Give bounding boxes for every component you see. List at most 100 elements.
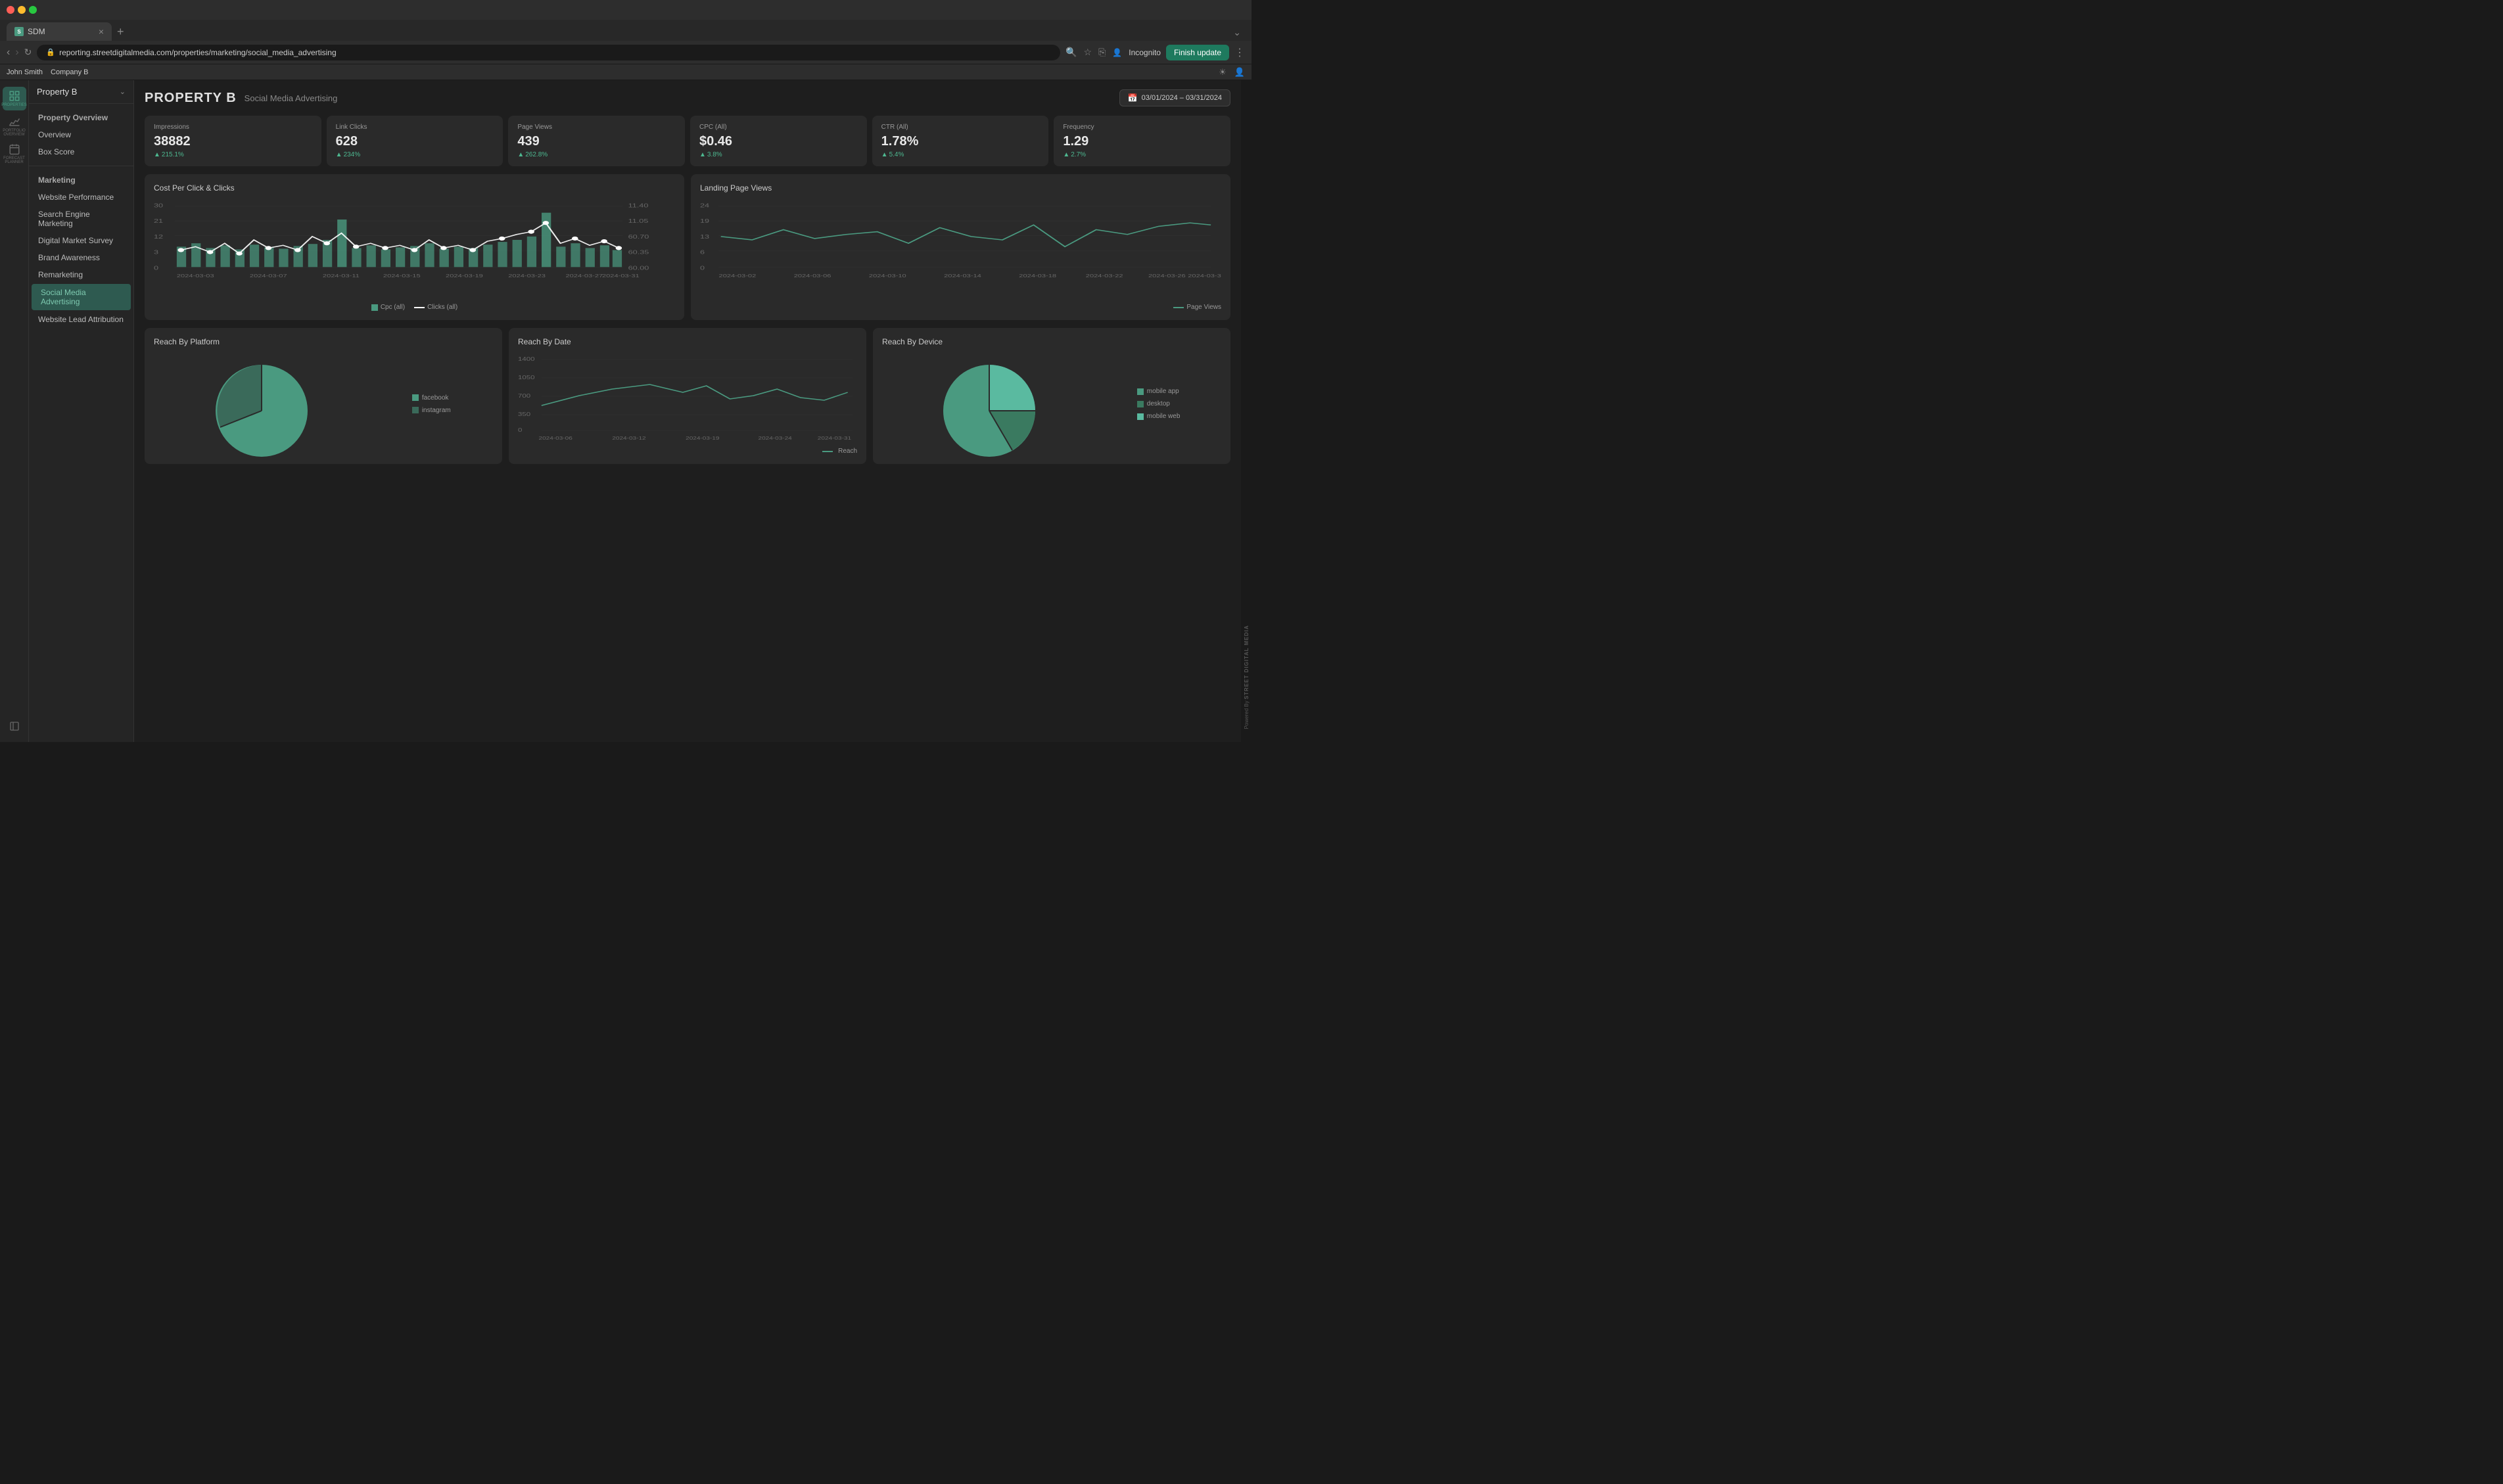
forward-button[interactable]: › (15, 47, 18, 58)
metric-label: Page Views (517, 124, 676, 131)
nav-item-remarketing[interactable]: Remarketing (29, 266, 133, 283)
date-range-text: 03/01/2024 – 03/31/2024 (1142, 94, 1222, 102)
url-text: reporting.streetdigitalmedia.com/propert… (59, 48, 337, 57)
svg-text:11.40: 11.40 (628, 202, 649, 208)
metric-change: ▲215.1% (154, 151, 312, 158)
svg-text:2024-03-23: 2024-03-23 (508, 273, 546, 279)
sidebar-icon-forecast-planner[interactable]: FORECAST PLANNER (3, 142, 26, 166)
svg-text:350: 350 (518, 412, 531, 418)
metric-value: 439 (517, 134, 676, 149)
metric-card-page-views: Page Views 439 ▲262.8% (508, 116, 685, 166)
svg-text:0: 0 (518, 428, 523, 434)
nav-item-social-media-advertising[interactable]: Social Media Advertising (32, 284, 131, 310)
landing-page-views-title: Landing Page Views (700, 183, 1221, 193)
metric-label: CPC (All) (699, 124, 858, 131)
metric-change: ▲2.7% (1063, 151, 1221, 158)
svg-text:2024-03-11: 2024-03-11 (323, 273, 360, 279)
close-button[interactable] (7, 6, 14, 14)
nav-item-brand-awareness[interactable]: Brand Awareness (29, 249, 133, 266)
metric-value: 38882 (154, 134, 312, 149)
finish-update-button[interactable]: Finish update (1166, 45, 1229, 60)
reload-button[interactable]: ↻ (24, 47, 32, 58)
minimize-button[interactable] (18, 6, 26, 14)
svg-text:24: 24 (700, 202, 709, 208)
date-range-picker[interactable]: 📅 03/01/2024 – 03/31/2024 (1119, 89, 1230, 106)
nav-item-overview[interactable]: Overview (29, 126, 133, 143)
address-bar[interactable]: 🔒 reporting.streetdigitalmedia.com/prope… (37, 45, 1060, 60)
icon-sidebar: PROPERTIES PORTFOLIO OVERVIEW FORECAST P… (0, 80, 29, 742)
metric-card-frequency: Frequency 1.29 ▲2.7% (1054, 116, 1230, 166)
svg-text:21: 21 (154, 218, 163, 224)
svg-text:2024-03-27: 2024-03-27 (565, 273, 603, 279)
sun-icon[interactable]: ☀ (1219, 67, 1227, 78)
property-name: Property B (37, 87, 77, 97)
browser-chrome (0, 0, 1252, 20)
svg-text:6: 6 (700, 250, 705, 256)
calendar-icon: 📅 (1128, 93, 1138, 103)
forecast-icon-label: FORECAST PLANNER (3, 156, 26, 164)
reach-by-date-title: Reach By Date (518, 337, 857, 346)
tab-title: SDM (28, 27, 45, 36)
metric-change: ▲5.4% (881, 151, 1040, 158)
nav-item-website-lead-attribution[interactable]: Website Lead Attribution (29, 311, 133, 328)
bottom-charts-row: Reach By Platform facebook ins (145, 328, 1230, 464)
search-icon[interactable]: 🔍 (1065, 47, 1077, 58)
svg-text:2024-03-06: 2024-03-06 (539, 436, 573, 441)
svg-text:60.70: 60.70 (628, 234, 649, 240)
user-profile-icon[interactable]: 👤 (1234, 67, 1245, 78)
device-legend: mobile app desktop mobile web (1137, 388, 1181, 420)
sidebar-icon-portfolio-overview[interactable]: PORTFOLIO OVERVIEW (3, 114, 26, 138)
metric-card-link-clicks: Link Clicks 628 ▲234% (327, 116, 503, 166)
address-bar-row: ‹ › ↻ 🔒 reporting.streetdigitalmedia.com… (0, 41, 1252, 64)
company-name: Company B (51, 68, 88, 76)
back-button[interactable]: ‹ (7, 47, 10, 58)
svg-text:2024-03-06: 2024-03-06 (794, 273, 831, 279)
reach-by-platform-chart-card: Reach By Platform facebook ins (145, 328, 502, 464)
metric-label: Frequency (1063, 124, 1221, 131)
tab-list-button[interactable]: ⌄ (1229, 27, 1245, 38)
page-title-area: PROPERTY B Social Media Advertising (145, 91, 337, 106)
more-options-icon[interactable]: ⋮ (1234, 46, 1245, 59)
bookmark-icon[interactable]: ☆ (1084, 47, 1092, 58)
svg-text:13: 13 (700, 234, 709, 240)
marketing-section: Marketing Website Performance Search Eng… (29, 166, 133, 333)
svg-text:11.05: 11.05 (628, 218, 649, 224)
svg-text:2024-03-18: 2024-03-18 (1019, 273, 1056, 279)
platform-legend: facebook instagram (412, 394, 451, 414)
svg-text:2024-03-07: 2024-03-07 (250, 273, 287, 279)
close-tab-icon[interactable]: × (99, 26, 104, 37)
nav-item-search-engine-marketing[interactable]: Search Engine Marketing (29, 206, 133, 232)
lock-icon: 🔒 (46, 48, 55, 57)
svg-text:0: 0 (700, 266, 705, 271)
svg-text:1050: 1050 (518, 375, 535, 381)
sidebar-icon[interactable]: ⎘ (1098, 47, 1106, 58)
collapse-sidebar-button[interactable] (3, 717, 26, 735)
properties-icon-label: PROPERTIES (1, 103, 27, 107)
maximize-button[interactable] (29, 6, 37, 14)
cost-per-click-legend: Cpc (all) Clicks (all) (154, 304, 675, 311)
svg-text:3: 3 (154, 250, 158, 256)
landing-page-views-chart-area: 24 19 13 6 0 2024-03-02 2024-03-06 202 (700, 199, 1221, 301)
svg-text:2024-03-02: 2024-03-02 (719, 273, 757, 279)
property-selector[interactable]: Property B ⌄ (29, 80, 133, 104)
landing-page-views-chart-card: Landing Page Views 24 19 13 6 0 (691, 174, 1230, 320)
nav-item-box-score[interactable]: Box Score (29, 143, 133, 160)
metric-label: Link Clicks (336, 124, 494, 131)
svg-text:2024-03-03: 2024-03-03 (177, 273, 214, 279)
browser-tab[interactable]: S SDM × (7, 22, 112, 41)
new-tab-button[interactable]: + (112, 22, 129, 41)
svg-text:2024-03-22: 2024-03-22 (1086, 273, 1123, 279)
metric-card-impressions: Impressions 38882 ▲215.1% (145, 116, 321, 166)
svg-text:2024-03-26: 2024-03-26 (1148, 273, 1186, 279)
nav-item-digital-market-survey[interactable]: Digital Market Survey (29, 232, 133, 249)
nav-item-website-performance[interactable]: Website Performance (29, 189, 133, 206)
traffic-lights (7, 6, 37, 14)
sidebar-icon-properties[interactable]: PROPERTIES (3, 87, 26, 110)
svg-text:2024-03-31: 2024-03-31 (818, 436, 851, 441)
reach-by-date-chart-area: 1400 1050 700 350 0 2024-03-06 2024-03-1… (518, 353, 857, 445)
metric-value: $0.46 (699, 134, 858, 149)
reach-by-date-legend: Reach (518, 448, 857, 455)
profile-icon[interactable]: 👤 (1112, 48, 1122, 57)
app-layout: PROPERTIES PORTFOLIO OVERVIEW FORECAST P… (0, 80, 1252, 742)
metric-change: ▲3.8% (699, 151, 858, 158)
